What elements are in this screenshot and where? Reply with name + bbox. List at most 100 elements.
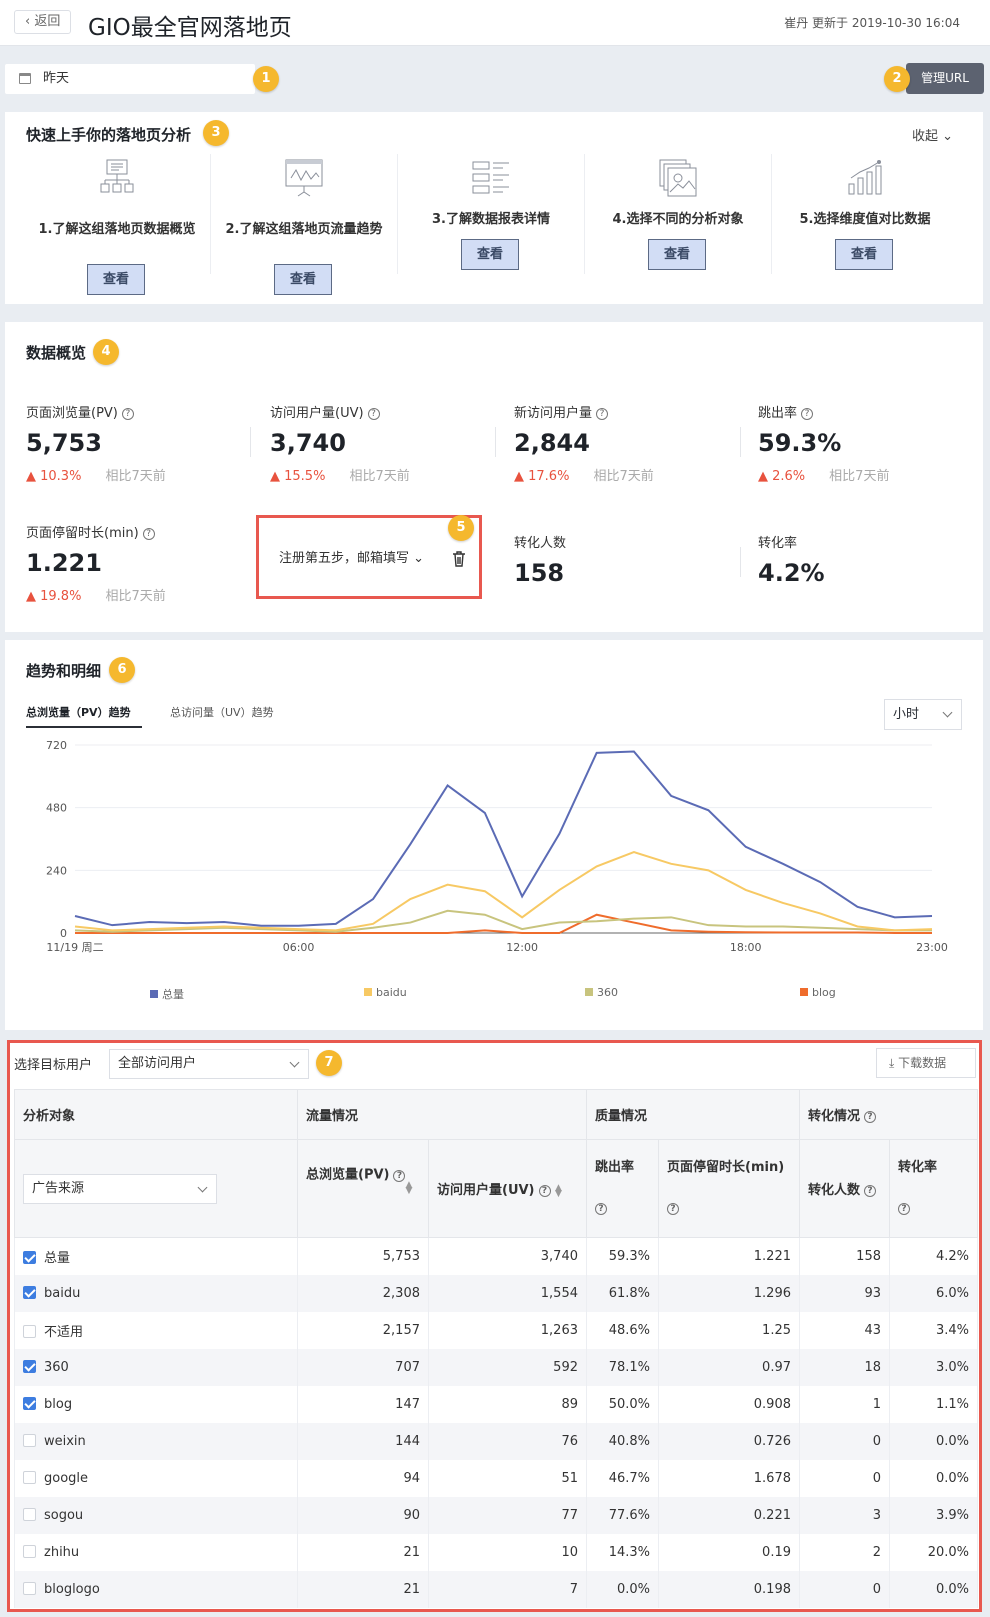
- cell-pv: 5,753: [297, 1237, 429, 1275]
- layers-icon: [659, 159, 697, 197]
- col-pv[interactable]: 总浏览量(PV) ?▲ ▼: [297, 1139, 429, 1238]
- legend-swatch: [364, 988, 372, 996]
- kpi-label: 页面停留时长(min)?: [26, 522, 256, 541]
- row-checkbox[interactable]: [23, 1250, 36, 1264]
- help-icon[interactable]: ?: [801, 408, 814, 420]
- row-checkbox[interactable]: [23, 1544, 36, 1558]
- cell-rate: 3.4%: [889, 1311, 978, 1349]
- row-checkbox[interactable]: [23, 1581, 36, 1595]
- help-icon[interactable]: ?: [538, 1185, 551, 1197]
- cell-pv: 21: [297, 1533, 429, 1571]
- kpi-label: 页面浏览量(PV)?: [26, 402, 256, 421]
- manage-url-button[interactable]: 管理URL: [906, 63, 984, 94]
- row-name: 不适用: [14, 1311, 298, 1349]
- series-line-baidu[interactable]: [74, 850, 933, 932]
- cell-uv: 1,554: [428, 1274, 587, 1312]
- tab-uv-trend[interactable]: 总访问量（UV）趋势: [170, 704, 274, 720]
- goal-select[interactable]: 注册第五步，邮箱填写 ⌄: [271, 544, 432, 574]
- look-button[interactable]: 查看: [274, 264, 332, 295]
- table-row: weixin 144 76 40.8% 0.726 0 0.0%: [14, 1422, 978, 1460]
- dimension-select[interactable]: 广告来源: [23, 1173, 217, 1204]
- row-checkbox[interactable]: [23, 1433, 36, 1447]
- row-checkbox[interactable]: [23, 1359, 36, 1373]
- look-button[interactable]: 查看: [648, 239, 706, 270]
- divider: [495, 427, 496, 457]
- sort-icon[interactable]: ▲ ▼: [405, 1181, 412, 1196]
- download-button[interactable]: ⤓ 下载数据: [876, 1048, 976, 1078]
- look-button[interactable]: 查看: [835, 239, 893, 270]
- cell-bounce: 61.8%: [586, 1274, 659, 1312]
- target-user-value: 全部访问用户: [118, 1056, 197, 1071]
- guide-step-1: 1.了解这组落地页数据概览 查看: [23, 152, 209, 295]
- marker-4: 4: [93, 339, 119, 365]
- granularity-select[interactable]: 小时: [884, 699, 962, 730]
- look-button[interactable]: 查看: [461, 239, 519, 270]
- sort-icon[interactable]: ▲ ▼: [555, 1183, 562, 1198]
- date-range-picker[interactable]: 昨天: [5, 64, 255, 94]
- back-button[interactable]: ‹ 返回: [14, 10, 72, 34]
- collapse-toggle[interactable]: 收起 ⌄: [912, 125, 953, 144]
- cell-pv: 144: [297, 1422, 429, 1460]
- look-button[interactable]: 查看: [87, 264, 145, 295]
- legend-label: blog: [812, 986, 836, 999]
- row-checkbox[interactable]: [23, 1396, 36, 1410]
- row-name-text: 总量: [44, 1250, 71, 1266]
- cell-dur: 1.678: [658, 1459, 800, 1497]
- guide-step-text: 4.选择不同的分析对象: [612, 212, 744, 227]
- legend-item-baidu[interactable]: baidu: [364, 986, 407, 999]
- row-checkbox[interactable]: [23, 1285, 36, 1299]
- x-tick-label: 18:00: [730, 941, 762, 954]
- kpi-compare-label: 相比7天前: [105, 589, 166, 604]
- help-icon[interactable]: ?: [898, 1203, 910, 1215]
- col-bounce[interactable]: 跳出率?: [586, 1139, 659, 1238]
- kpi-change-value: ▲ 17.6%: [514, 469, 570, 484]
- target-user-select[interactable]: 全部访问用户: [109, 1049, 309, 1079]
- cell-pv: 147: [297, 1385, 429, 1423]
- kpi-value: 1.221: [26, 549, 102, 577]
- row-checkbox[interactable]: [23, 1324, 36, 1338]
- cell-rate: 1.1%: [889, 1385, 978, 1423]
- cell-uv: 51: [428, 1459, 587, 1497]
- quick-guide-panel: 快速上手你的落地页分析 3 收起 ⌄ 1.了解这组落地页数据概览 查看 2.了解…: [5, 112, 983, 304]
- help-icon[interactable]: ?: [121, 408, 134, 420]
- series-line-blog[interactable]: [75, 913, 932, 934]
- legend-item-360[interactable]: 360: [585, 986, 618, 999]
- help-icon[interactable]: ?: [864, 1111, 877, 1123]
- help-icon[interactable]: ?: [142, 528, 155, 540]
- row-name: weixin: [14, 1422, 298, 1460]
- help-icon[interactable]: ?: [393, 1169, 406, 1182]
- series-line-总量[interactable]: [74, 750, 933, 927]
- tab-pv-trend[interactable]: 总浏览量（PV）趋势: [26, 704, 131, 720]
- cell-rate: 0.0%: [889, 1570, 978, 1608]
- cell-rate: 3.9%: [889, 1496, 978, 1534]
- row-checkbox[interactable]: [23, 1470, 36, 1484]
- divider: [740, 547, 741, 577]
- series-line-360[interactable]: [74, 909, 932, 933]
- group-header-traffic: 流量情况: [297, 1089, 587, 1140]
- help-icon[interactable]: ?: [596, 408, 609, 420]
- help-icon[interactable]: ?: [367, 408, 380, 420]
- trend-board-icon: [285, 159, 323, 197]
- row-checkbox[interactable]: [23, 1507, 36, 1521]
- col-conv-rate[interactable]: 转化率?: [889, 1139, 978, 1238]
- col-uv[interactable]: 访问用户量(UV)? ▲ ▼: [428, 1139, 587, 1238]
- col-label: 访问用户量(UV): [437, 1183, 535, 1198]
- marker-1: 1: [253, 66, 279, 92]
- trend-title: 趋势和明细: [26, 662, 102, 680]
- trash-icon[interactable]: [452, 551, 466, 567]
- legend-item-blog[interactable]: blog: [800, 986, 836, 999]
- legend-item-total[interactable]: 总量: [150, 986, 184, 1002]
- legend-swatch: [800, 988, 808, 996]
- table-row: blog 147 89 50.0% 0.908 1 1.1%: [14, 1385, 978, 1423]
- kpi-label-text: 新访问用户量: [514, 406, 593, 421]
- kpi-change: ▲ 19.8% 相比7天前: [26, 585, 256, 604]
- help-icon[interactable]: ?: [595, 1203, 607, 1215]
- kpi-value: 3,740: [270, 429, 346, 457]
- help-icon[interactable]: ?: [667, 1203, 679, 1215]
- kpi-new-uv: 新访问用户量? 2,844 ▲ 17.6% 相比7天前: [514, 402, 744, 484]
- help-icon[interactable]: ?: [864, 1185, 877, 1197]
- col-conv-count[interactable]: 转化人数?: [799, 1139, 890, 1238]
- col-duration[interactable]: 页面停留时长(min)?: [658, 1139, 800, 1238]
- col-label: 总浏览量(PV): [306, 1167, 390, 1183]
- row-name: zhihu: [14, 1533, 298, 1571]
